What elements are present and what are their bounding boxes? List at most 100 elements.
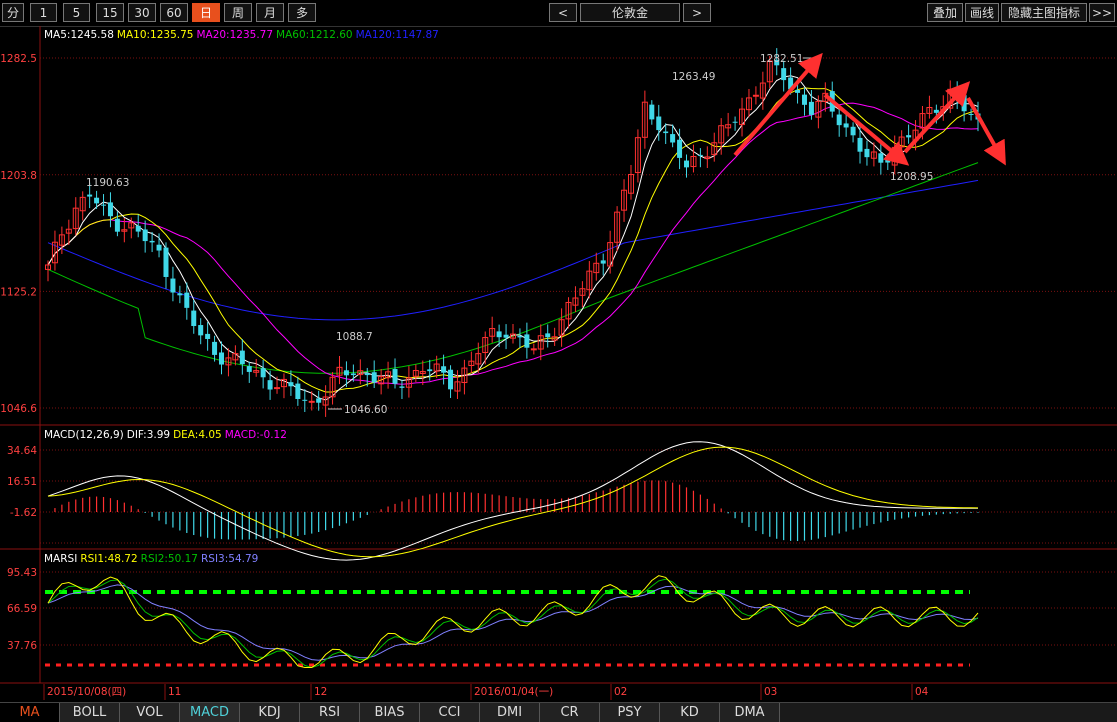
candle-body-down (663, 131, 669, 134)
candle-body-down (864, 148, 870, 158)
rsi1-line (47, 575, 979, 668)
candle-body-down (670, 134, 676, 143)
candle-body-up (274, 387, 281, 390)
price-annotation: 1046.60 (344, 404, 387, 416)
candle-body-down (448, 369, 454, 390)
candle-body-down (170, 278, 176, 293)
candle-body-down (302, 399, 308, 401)
candle-body-down (517, 335, 523, 338)
candle-body-down (496, 331, 502, 338)
candle-body-down (107, 202, 113, 217)
y-tick-label: 37.76 (7, 640, 37, 652)
tab-vol[interactable]: VOL (120, 703, 180, 722)
y-tick-label: 1203.8 (0, 170, 37, 182)
candle-body-down (260, 368, 266, 378)
candle-body-down (697, 154, 703, 156)
x-tick-label: 04 (915, 686, 929, 698)
candle-body-down (343, 370, 349, 376)
candle-body-down (399, 386, 405, 388)
candle-body-down (191, 310, 197, 327)
candle-body-down (142, 229, 148, 242)
y-tick-label: 1282.5 (0, 53, 37, 65)
y-tick-label: 66.59 (7, 603, 37, 615)
candle-body-up (752, 94, 759, 97)
y-tick-label: -1.62 (10, 507, 37, 519)
candle-body-up (530, 348, 537, 351)
candle-body-down (843, 123, 849, 128)
candle-body-down (267, 380, 273, 390)
tab-kd[interactable]: KD (660, 703, 720, 722)
candle-body-down (684, 160, 690, 168)
candle-body-down (350, 373, 356, 376)
candle-body-down (885, 159, 891, 163)
candle-body-down (968, 113, 974, 115)
candle-body-down (857, 137, 863, 152)
tab-dmi[interactable]: DMI (480, 703, 540, 722)
y-tick-label: 34.64 (7, 445, 37, 457)
y-tick-label: 16.51 (7, 476, 37, 488)
candle-body-down (149, 240, 155, 243)
candle-body-down (808, 101, 814, 115)
candle-body-down (212, 341, 218, 355)
trend-arrow (733, 52, 823, 157)
candle-body-down (878, 153, 884, 163)
tab-ma[interactable]: MA (0, 703, 60, 722)
candle-body-down (836, 114, 842, 126)
candle-body-down (503, 334, 509, 338)
candle-body-down (441, 366, 447, 373)
candle-body-down (850, 126, 856, 136)
candle-body-down (906, 135, 912, 138)
candle-body-down (101, 204, 107, 206)
candle-body-down (163, 247, 169, 277)
tab-boll[interactable]: BOLL (60, 703, 120, 722)
price-annotation: 1282.51 (760, 53, 803, 65)
tab-kdj[interactable]: KDJ (240, 703, 300, 722)
candle-body-down (239, 350, 245, 365)
trend-arrow (966, 97, 1006, 166)
tab-macd[interactable]: MACD (180, 703, 240, 722)
candle-body-down (364, 373, 370, 376)
price-annotation: 1263.49 (672, 71, 715, 83)
tab-dma[interactable]: DMA (720, 703, 780, 722)
price-annotation: 1190.63 (86, 177, 129, 189)
candle-body-down (795, 89, 801, 93)
candle-body-down (288, 382, 294, 387)
candle-body-down (600, 260, 606, 264)
candle-body-down (114, 218, 120, 232)
candle-body-down (427, 369, 433, 372)
x-tick-label: 2015/10/08(四) (47, 686, 126, 698)
price-annotation: 1088.7 (336, 331, 373, 343)
candle-body-down (94, 197, 100, 204)
candle-body-down (545, 333, 551, 338)
kline-chart[interactable]: 1190.63 1088.7 1046.60 1263.49 1282.51 1208.9… (0, 0, 1117, 702)
candle-body-down (184, 292, 190, 308)
candle-body-down (677, 139, 683, 158)
candle-body-down (961, 95, 967, 112)
candle-body-down (732, 121, 738, 123)
candle-body-down (316, 398, 322, 403)
rsi3-line (47, 584, 979, 661)
tab-cr[interactable]: CR (540, 703, 600, 722)
candle-body-down (205, 333, 211, 339)
tab-rsi[interactable]: RSI (300, 703, 360, 722)
candle-body-down (656, 116, 662, 131)
x-tick-label: 11 (168, 686, 181, 698)
tab-psy[interactable]: PSY (600, 703, 660, 722)
candle-body-down (198, 325, 204, 336)
candle-body-down (87, 194, 93, 197)
candle-body-down (801, 94, 807, 105)
x-tick-label: 03 (764, 686, 777, 698)
candle-body-down (649, 104, 655, 120)
y-tick-label: 1125.2 (0, 286, 37, 298)
candle-body-down (219, 352, 225, 365)
price-annotation: 1208.95 (890, 171, 933, 183)
tab-cci[interactable]: CCI (420, 703, 480, 722)
candle-body-down (371, 372, 377, 383)
candle-body-down (392, 369, 398, 384)
candle-body-down (177, 293, 183, 296)
tab-bias[interactable]: BIAS (360, 703, 420, 722)
candle-body-down (933, 109, 939, 113)
ma10-line (47, 87, 979, 393)
y-tick-label: 1046.6 (0, 403, 37, 415)
x-tick-label: 2016/01/04(一) (474, 686, 553, 698)
